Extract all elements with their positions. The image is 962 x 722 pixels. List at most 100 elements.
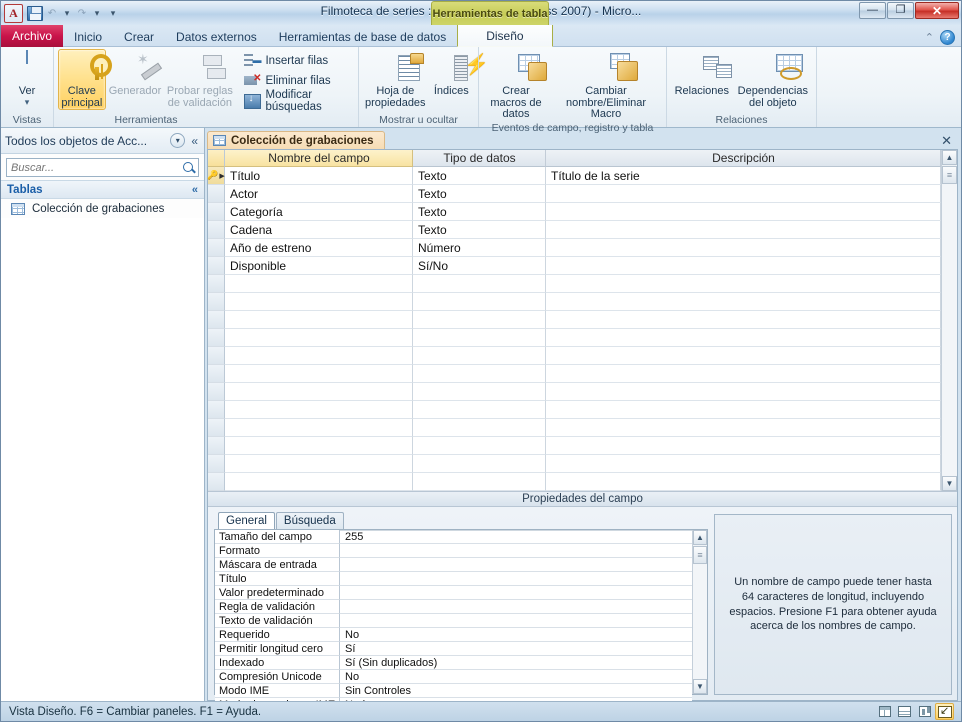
cell-data-type[interactable] — [413, 473, 546, 491]
tab-crear[interactable]: Crear — [113, 26, 165, 47]
row-selector[interactable] — [208, 401, 225, 419]
cell-field-name[interactable]: Título — [225, 167, 413, 185]
cell-data-type[interactable]: Número — [413, 239, 546, 257]
access-logo-icon[interactable]: A — [4, 4, 23, 23]
scroll-down-button[interactable]: ▼ — [942, 476, 957, 491]
cell-description[interactable] — [546, 365, 941, 383]
field-grid-row[interactable]: 🔑▶TítuloTextoTítulo de la serie — [208, 167, 941, 185]
row-selector[interactable] — [208, 347, 225, 365]
row-selector[interactable] — [208, 383, 225, 401]
properties-scroll-up-button[interactable]: ▲ — [693, 530, 707, 545]
cell-description[interactable] — [546, 347, 941, 365]
properties-scroll-thumb[interactable] — [693, 546, 707, 564]
cell-field-name[interactable] — [225, 455, 413, 473]
test-validation-rules-button[interactable]: Probar reglas de validación — [164, 49, 235, 110]
cell-description[interactable] — [546, 329, 941, 347]
nav-group-tablas[interactable]: Tablas « — [1, 180, 204, 199]
save-icon[interactable] — [25, 4, 44, 23]
grid-vertical-scrollbar[interactable]: ▲ ▼ — [941, 150, 957, 491]
field-grid-row[interactable] — [208, 437, 941, 455]
cell-field-name[interactable] — [225, 473, 413, 491]
row-selector[interactable] — [208, 257, 225, 275]
cell-description[interactable] — [546, 437, 941, 455]
cell-field-name[interactable]: Cadena — [225, 221, 413, 239]
document-tab-coleccion-de-grabaciones[interactable]: Colección de grabaciones — [207, 131, 385, 149]
row-selector[interactable] — [208, 311, 225, 329]
property-value[interactable]: No — [340, 628, 692, 642]
cell-data-type[interactable]: Texto — [413, 203, 546, 221]
cell-data-type[interactable] — [413, 401, 546, 419]
cell-data-type[interactable] — [413, 383, 546, 401]
cell-field-name[interactable] — [225, 383, 413, 401]
cell-data-type[interactable]: Texto — [413, 185, 546, 203]
property-value[interactable] — [340, 600, 692, 614]
field-grid-row[interactable] — [208, 275, 941, 293]
cell-data-type[interactable] — [413, 437, 546, 455]
cell-description[interactable] — [546, 239, 941, 257]
cell-data-type[interactable] — [413, 311, 546, 329]
close-button[interactable]: ✕ — [915, 2, 959, 19]
cell-field-name[interactable] — [225, 437, 413, 455]
cell-field-name[interactable] — [225, 347, 413, 365]
property-value[interactable]: Sí (Sin duplicados) — [340, 656, 692, 670]
cell-field-name[interactable]: Disponible — [225, 257, 413, 275]
cell-data-type[interactable]: Texto — [413, 221, 546, 239]
property-row[interactable]: Modo IMESin Controles — [215, 684, 692, 698]
tab-general[interactable]: General — [218, 512, 275, 529]
search-input[interactable] — [11, 162, 182, 174]
customize-qat-icon[interactable]: ▾ — [106, 8, 120, 19]
row-selector[interactable] — [208, 293, 225, 311]
design-view-button[interactable] — [935, 703, 954, 720]
property-value[interactable]: Sin Controles — [340, 684, 692, 698]
field-grid-row[interactable] — [208, 401, 941, 419]
row-selector[interactable] — [208, 329, 225, 347]
cell-description[interactable] — [546, 275, 941, 293]
property-row[interactable]: Tamaño del campo255 — [215, 530, 692, 544]
tab-inicio[interactable]: Inicio — [63, 26, 113, 47]
property-row[interactable]: Máscara de entrada — [215, 558, 692, 572]
pivot-table-view-button[interactable] — [895, 703, 914, 720]
create-data-macros-button[interactable]: Crear macros de datos — [483, 49, 549, 122]
relationships-button[interactable]: Relaciones — [671, 49, 733, 99]
chevron-up-icon[interactable]: « — [192, 184, 198, 196]
row-selector[interactable] — [208, 221, 225, 239]
cell-description[interactable] — [546, 473, 941, 491]
property-row[interactable]: Regla de validación — [215, 600, 692, 614]
cell-description[interactable] — [546, 293, 941, 311]
field-grid-row[interactable] — [208, 329, 941, 347]
cell-data-type[interactable]: Texto — [413, 167, 546, 185]
field-grid-row[interactable] — [208, 455, 941, 473]
chevron-down-icon[interactable]: ▾ — [170, 133, 185, 148]
cell-field-name[interactable] — [225, 401, 413, 419]
scroll-up-button[interactable]: ▲ — [942, 150, 957, 165]
property-value[interactable] — [340, 572, 692, 586]
property-sheet-button[interactable]: Hoja de propiedades — [363, 49, 428, 110]
nav-item-coleccion-de-grabaciones[interactable]: Colección de grabaciones — [1, 199, 204, 218]
field-grid-row[interactable] — [208, 383, 941, 401]
cell-description[interactable] — [546, 383, 941, 401]
object-dependencies-button[interactable]: Dependencias del objeto — [734, 49, 812, 110]
field-grid-row[interactable] — [208, 419, 941, 437]
insert-rows-button[interactable]: Insertar filas — [240, 51, 354, 71]
row-selector[interactable] — [208, 455, 225, 473]
maximize-button[interactable]: ❐ — [887, 2, 914, 19]
field-grid-row[interactable] — [208, 365, 941, 383]
cell-description[interactable] — [546, 311, 941, 329]
minimize-button[interactable]: — — [859, 2, 886, 19]
cell-data-type[interactable] — [413, 419, 546, 437]
cell-description[interactable] — [546, 419, 941, 437]
cell-field-name[interactable] — [225, 329, 413, 347]
field-grid-row[interactable]: Año de estrenoNúmero — [208, 239, 941, 257]
view-button[interactable]: Ver ▾ — [5, 49, 49, 108]
row-selector[interactable] — [208, 203, 225, 221]
row-selector[interactable] — [208, 365, 225, 383]
primary-key-button[interactable]: Clave principal — [58, 49, 106, 110]
field-grid-row[interactable] — [208, 347, 941, 365]
search-box[interactable] — [6, 158, 199, 177]
row-selector-primary-key[interactable]: 🔑▶ — [208, 167, 225, 185]
search-icon[interactable] — [182, 161, 196, 175]
property-row[interactable]: Formato — [215, 544, 692, 558]
cell-field-name[interactable] — [225, 275, 413, 293]
row-selector[interactable] — [208, 437, 225, 455]
property-row[interactable]: Texto de validación — [215, 614, 692, 628]
